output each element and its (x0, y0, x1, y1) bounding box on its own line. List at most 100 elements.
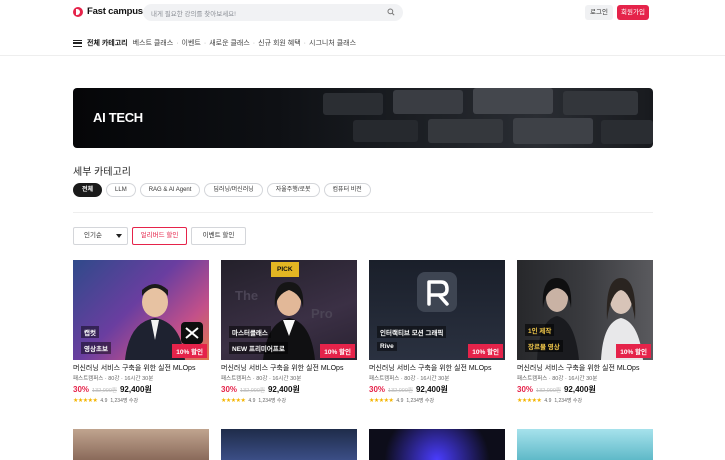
course-thumbnail[interactable]: 캡컷 영상초보 10% 할인 (73, 260, 209, 360)
keyboard-background-image (323, 88, 653, 144)
course-thumbnail[interactable] (369, 429, 505, 460)
sale-price: 92,400원 (119, 385, 152, 394)
card-tag-secondary: 장르물 영상 (525, 340, 563, 352)
chip-autonomous-robot[interactable]: 자율주행/로봇 (266, 183, 320, 197)
chip-rag-agent[interactable]: RAG & AI Agent (139, 183, 201, 197)
main-nav: 전체 카테고리 베스트 클래스 · 이벤트 · 새로운 클래스 · 신규 회원 … (73, 36, 356, 50)
logo-text: Fast campus (87, 6, 143, 17)
subcategory-chips: 전체 LLM RAG & AI Agent 딥러닝/머신러닝 자율주행/로봇 컴… (73, 183, 371, 197)
course-thumbnail[interactable]: The Pro PICK 마스터클래스 NEW 프리미어프로 10% 할인 (221, 260, 357, 360)
banner-title: AI TECH (93, 110, 143, 125)
logo[interactable]: Fast campus (73, 6, 143, 17)
course-price: 30% 132,000원 92,400원 (73, 384, 209, 395)
star-rating-icon: ★★★★★ (517, 398, 542, 404)
card-tag-primary: 캡컷 (81, 326, 99, 338)
event-filter-button[interactable]: 이벤트 할인 (191, 227, 246, 245)
discount-badge: 10% 할인 (616, 344, 651, 358)
discount-badge: 10% 할인 (172, 344, 207, 358)
course-title[interactable]: 머신러닝 서비스 구축을 위한 실전 MLOps (517, 363, 653, 373)
sale-price: 92,400원 (415, 385, 448, 394)
course-thumbnail[interactable]: 인터랙티브 모션 그래픽 Rive 10% 할인 (369, 260, 505, 360)
chip-deep-learning[interactable]: 딥러닝/머신러닝 (204, 183, 263, 197)
course-card[interactable]: The Pro PICK 마스터클래스 NEW 프리미어프로 10% 할인 머신… (221, 260, 357, 404)
review-count: 1,234명 수강 (554, 398, 583, 404)
earlybird-filter-button[interactable]: 얼리버드 할인 (132, 227, 187, 245)
original-price: 132,000원 (388, 388, 413, 394)
original-price: 132,000원 (92, 388, 117, 394)
nav-item-signature[interactable]: 시그니처 클래스 (309, 38, 356, 48)
review-count: 1,234명 수강 (406, 398, 435, 404)
caret-down-icon (116, 234, 122, 238)
course-price: 30% 132,000원 92,400원 (517, 384, 653, 395)
sort-select[interactable]: 인기순 (73, 227, 128, 245)
login-button[interactable]: 로그인 (585, 5, 613, 20)
card-tag-secondary: 영상초보 (81, 342, 111, 354)
course-card[interactable]: 인터랙티브 모션 그래픽 Rive 10% 할인 머신러닝 서비스 구축을 위한… (369, 260, 505, 404)
nav-separator: · (176, 39, 179, 47)
fastcampus-logo-icon (73, 6, 83, 17)
top-header: Fast campus 내게 필요한 강의를 찾아보세요! 로그인 회원가입 (0, 0, 725, 25)
search-input[interactable]: 내게 필요한 강의를 찾아보세요! (143, 4, 403, 21)
course-title[interactable]: 머신러닝 서비스 구축을 위한 실전 MLOps (73, 363, 209, 373)
course-meta: 패스트캠퍼스 · 80강 · 16시간 30분 (221, 376, 302, 382)
course-price: 30% 132,000원 92,400원 (369, 384, 505, 395)
star-rating-icon: ★★★★★ (369, 398, 394, 404)
chip-computer-vision[interactable]: 컴퓨터 비전 (323, 183, 371, 197)
star-rating-icon: ★★★★★ (221, 398, 246, 404)
nav-separator: · (303, 39, 307, 47)
star-rating-icon: ★★★★★ (73, 398, 98, 404)
svg-text:The: The (235, 288, 258, 303)
card-tag-secondary: Rive (377, 342, 397, 351)
search-placeholder: 내게 필요한 강의를 찾아보세요! (151, 11, 236, 18)
course-price: 30% 132,000원 92,400원 (221, 384, 357, 395)
chip-llm[interactable]: LLM (106, 183, 136, 197)
course-card[interactable]: 1인 제작 장르물 영상 10% 할인 머신러닝 서비스 구축을 위한 실전 M… (517, 260, 653, 404)
sale-price: 92,400원 (563, 385, 596, 394)
review-count: 1,234명 수강 (110, 398, 139, 404)
search-icon[interactable] (387, 8, 395, 16)
discount-percent: 30% (73, 385, 90, 394)
card-tag-primary: 1인 제작 (525, 324, 555, 336)
rating-value: 4.9 (544, 397, 552, 404)
discount-percent: 30% (517, 385, 534, 394)
sale-price: 92,400원 (267, 385, 300, 394)
pick-badge: PICK (271, 262, 299, 277)
card-tag-primary: 인터랙티브 모션 그래픽 (377, 326, 447, 338)
original-price: 132,000원 (536, 388, 561, 394)
course-title[interactable]: 머신러닝 서비스 구축을 위한 실전 MLOps (369, 363, 505, 373)
nav-item-best[interactable]: 베스트 클래스 (133, 38, 174, 48)
nav-item-new[interactable]: 새로운 클래스 (209, 38, 250, 48)
svg-text:Pro: Pro (311, 306, 333, 321)
course-rating: ★★★★★ 4.9 1,234명 수강 (221, 397, 357, 405)
rating-value: 4.9 (100, 397, 108, 404)
nav-separator: · (203, 39, 207, 47)
course-thumbnail[interactable] (221, 429, 357, 460)
course-thumbnail[interactable] (73, 429, 209, 460)
discount-badge: 10% 할인 (320, 344, 355, 358)
nav-item-new-member[interactable]: 신규 회원 혜택 (258, 38, 301, 48)
card-tag-secondary: NEW 프리미어프로 (229, 342, 288, 354)
header-divider (0, 55, 725, 56)
course-rating: ★★★★★ 4.9 1,234명 수강 (369, 397, 505, 405)
course-thumbnail[interactable] (517, 429, 653, 460)
subcategory-title: 세부 카테고리 (73, 167, 131, 178)
course-meta: 패스트캠퍼스 · 80강 · 16시간 30분 (73, 376, 154, 382)
review-count: 1,234명 수강 (258, 398, 287, 404)
signup-button[interactable]: 회원가입 (617, 5, 649, 20)
course-title[interactable]: 머신러닝 서비스 구축을 위한 실전 MLOps (221, 363, 357, 373)
discount-percent: 30% (221, 385, 238, 394)
category-banner: AI TECH (73, 88, 653, 148)
nav-separator: · (252, 39, 256, 47)
course-rating: ★★★★★ 4.9 1,234명 수강 (73, 397, 209, 405)
rating-value: 4.9 (248, 397, 256, 404)
course-card[interactable]: 캡컷 영상초보 10% 할인 머신러닝 서비스 구축을 위한 실전 MLOps … (73, 260, 209, 404)
course-meta: 패스트캠퍼스 · 80강 · 16시간 30분 (517, 376, 598, 382)
nav-all-categories[interactable]: 전체 카테고리 (87, 38, 128, 48)
chip-all[interactable]: 전체 (73, 183, 103, 197)
discount-badge: 10% 할인 (468, 344, 503, 358)
section-divider (73, 212, 653, 213)
nav-item-event[interactable]: 이벤트 (182, 38, 201, 48)
menu-icon[interactable] (73, 39, 82, 47)
course-thumbnail[interactable]: 1인 제작 장르물 영상 10% 할인 (517, 260, 653, 360)
course-rating: ★★★★★ 4.9 1,234명 수강 (517, 397, 653, 405)
